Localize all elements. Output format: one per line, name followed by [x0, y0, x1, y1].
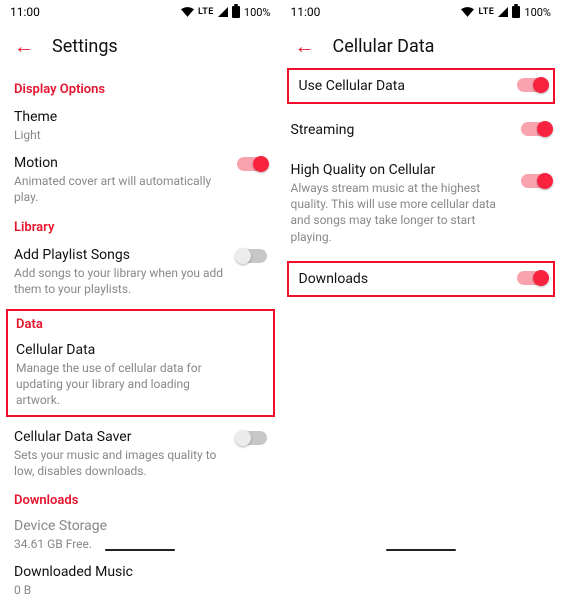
settings-content: Display Options Theme Light Motion Anima… [0, 82, 281, 598]
downloaded-music-item[interactable]: Downloaded Music 0 B [14, 564, 267, 598]
status-bar: 11:00 LTE 100% [0, 0, 281, 24]
status-icons: LTE 100% [181, 6, 271, 19]
downloaded-music-sub: 0 B [14, 582, 225, 598]
streaming-toggle[interactable] [521, 122, 551, 136]
use-cellular-toggle[interactable] [517, 78, 547, 92]
theme-item[interactable]: Theme Light [14, 109, 267, 143]
data-saver-sub: Sets your music and images quality to lo… [14, 447, 225, 479]
wifi-icon [461, 7, 474, 17]
settings-screen: 11:00 LTE 100% ← Settings Display Option… [0, 0, 281, 571]
cellular-data-screen: 11:00 LTE 100% ← Cellular Data Use Cellu… [281, 0, 561, 571]
app-bar: ← Cellular Data [281, 24, 561, 68]
device-storage-item[interactable]: Device Storage 34.61 GB Free. [14, 518, 267, 552]
add-playlist-title: Add Playlist Songs [14, 247, 225, 263]
data-saver-toggle[interactable] [237, 431, 267, 445]
add-playlist-sub: Add songs to your library when you add t… [14, 265, 225, 297]
motion-title: Motion [14, 155, 225, 171]
cellular-data-title: Cellular Data [16, 342, 223, 358]
downloads-highlight: Downloads [287, 261, 556, 297]
nav-indicator [386, 549, 456, 551]
battery-icon [512, 6, 520, 18]
signal-icon [498, 7, 508, 17]
downloads-title: Downloads [299, 271, 544, 287]
use-cellular-title: Use Cellular Data [299, 78, 544, 94]
cellular-data-sub: Manage the use of cellular data for upda… [16, 360, 223, 409]
signal-icon [218, 7, 228, 17]
section-downloads: Downloads [14, 493, 267, 508]
clock: 11:00 [291, 5, 321, 19]
theme-title: Theme [14, 109, 225, 125]
wifi-icon [181, 7, 194, 17]
app-bar: ← Settings [0, 24, 281, 68]
lte-label: LTE [478, 7, 494, 17]
data-section-highlight: Data Cellular Data Manage the use of cel… [6, 309, 275, 417]
battery-percent: 100% [524, 6, 551, 19]
motion-toggle[interactable] [237, 157, 267, 171]
device-storage-title: Device Storage [14, 518, 225, 534]
section-library: Library [14, 220, 267, 235]
cellular-data-item[interactable]: Cellular Data Manage the use of cellular… [16, 342, 265, 409]
cellular-content: Use Cellular Data Streaming High Quality… [281, 68, 561, 297]
data-saver-item[interactable]: Cellular Data Saver Sets your music and … [14, 429, 267, 479]
high-quality-sub: Always stream music at the highest quali… [291, 180, 510, 245]
battery-icon [232, 6, 240, 18]
data-saver-title: Cellular Data Saver [14, 429, 225, 445]
clock: 11:00 [10, 5, 40, 19]
section-data: Data [16, 317, 265, 332]
status-bar: 11:00 LTE 100% [281, 0, 561, 24]
status-icons: LTE 100% [461, 6, 551, 19]
back-icon[interactable]: ← [14, 36, 34, 56]
use-cellular-highlight: Use Cellular Data [287, 68, 556, 104]
theme-value: Light [14, 127, 225, 143]
back-icon[interactable]: ← [295, 36, 315, 56]
add-playlist-item[interactable]: Add Playlist Songs Add songs to your lib… [14, 247, 267, 297]
motion-sub: Animated cover art will automatically pl… [14, 173, 225, 205]
battery-percent: 100% [244, 6, 271, 19]
streaming-row[interactable]: Streaming [291, 114, 552, 146]
section-display-options: Display Options [14, 82, 267, 97]
nav-indicator [105, 549, 175, 551]
page-title: Settings [52, 36, 118, 57]
high-quality-title: High Quality on Cellular [291, 162, 510, 178]
motion-item[interactable]: Motion Animated cover art will automatic… [14, 155, 267, 205]
lte-label: LTE [198, 7, 214, 17]
high-quality-row[interactable]: High Quality on Cellular Always stream m… [291, 154, 552, 253]
downloaded-music-title: Downloaded Music [14, 564, 225, 580]
high-quality-toggle[interactable] [521, 174, 551, 188]
downloads-toggle[interactable] [517, 271, 547, 285]
streaming-title: Streaming [291, 122, 510, 138]
add-playlist-toggle[interactable] [237, 249, 267, 263]
page-title: Cellular Data [333, 36, 435, 57]
